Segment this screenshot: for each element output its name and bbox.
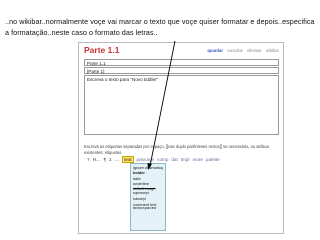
wikibar-item[interactable]: more (192, 157, 202, 162)
editor-screenshot: Parte 1.1 quardar cancelar eliminar wiki… (78, 42, 284, 234)
body-textarea[interactable]: Escreva o texto para "Novo tiddler" (84, 75, 279, 135)
tiddler-header: Parte 1.1 quardar cancelar eliminar wiki… (81, 45, 281, 58)
title-input[interactable]: Parte 1.1 (84, 59, 279, 66)
instruction-caption: ..no wikibar..normalmente voçe vai marca… (5, 17, 315, 37)
wikibar-item[interactable]: para.syn (137, 157, 155, 162)
format-menu: ignore wikimarkup bolder italic underline st… (130, 163, 166, 231)
wikibar-item[interactable]: ¶ (103, 157, 105, 162)
save-button[interactable]: quardar (207, 48, 223, 53)
tags-hint: Escreva as etiquetas separadas por espaç… (84, 144, 269, 155)
tiddler-title: Parte 1.1 (84, 45, 120, 55)
tags-input[interactable]: [Parte 1] (84, 67, 279, 74)
wikibar-item[interactable]: text (122, 156, 134, 163)
wikibar-item[interactable]: palette (206, 157, 220, 162)
tiddler-toolbar: quardar cancelar eliminar wikibar (204, 48, 279, 53)
wikibar-item[interactable]: comp (157, 157, 168, 162)
delete-button[interactable]: eliminar (247, 48, 262, 53)
wikibar: ? H… ¶ 1… text para.syn comp dat tmpl more palette (87, 156, 279, 163)
cancel-button[interactable]: cancelar (227, 48, 243, 53)
wikibar-button[interactable]: wikibar (266, 48, 279, 53)
wikibar-item[interactable]: H… (93, 157, 101, 162)
wikibar-item[interactable]: … (115, 157, 120, 162)
wikibar-item[interactable]: dat (171, 157, 177, 162)
format-menu-item[interactable]: monospaced (133, 207, 163, 212)
wikibar-item[interactable]: ? (87, 157, 90, 162)
wikibar-item[interactable]: 1 (109, 157, 112, 162)
wikibar-item[interactable]: tmpl (181, 157, 190, 162)
